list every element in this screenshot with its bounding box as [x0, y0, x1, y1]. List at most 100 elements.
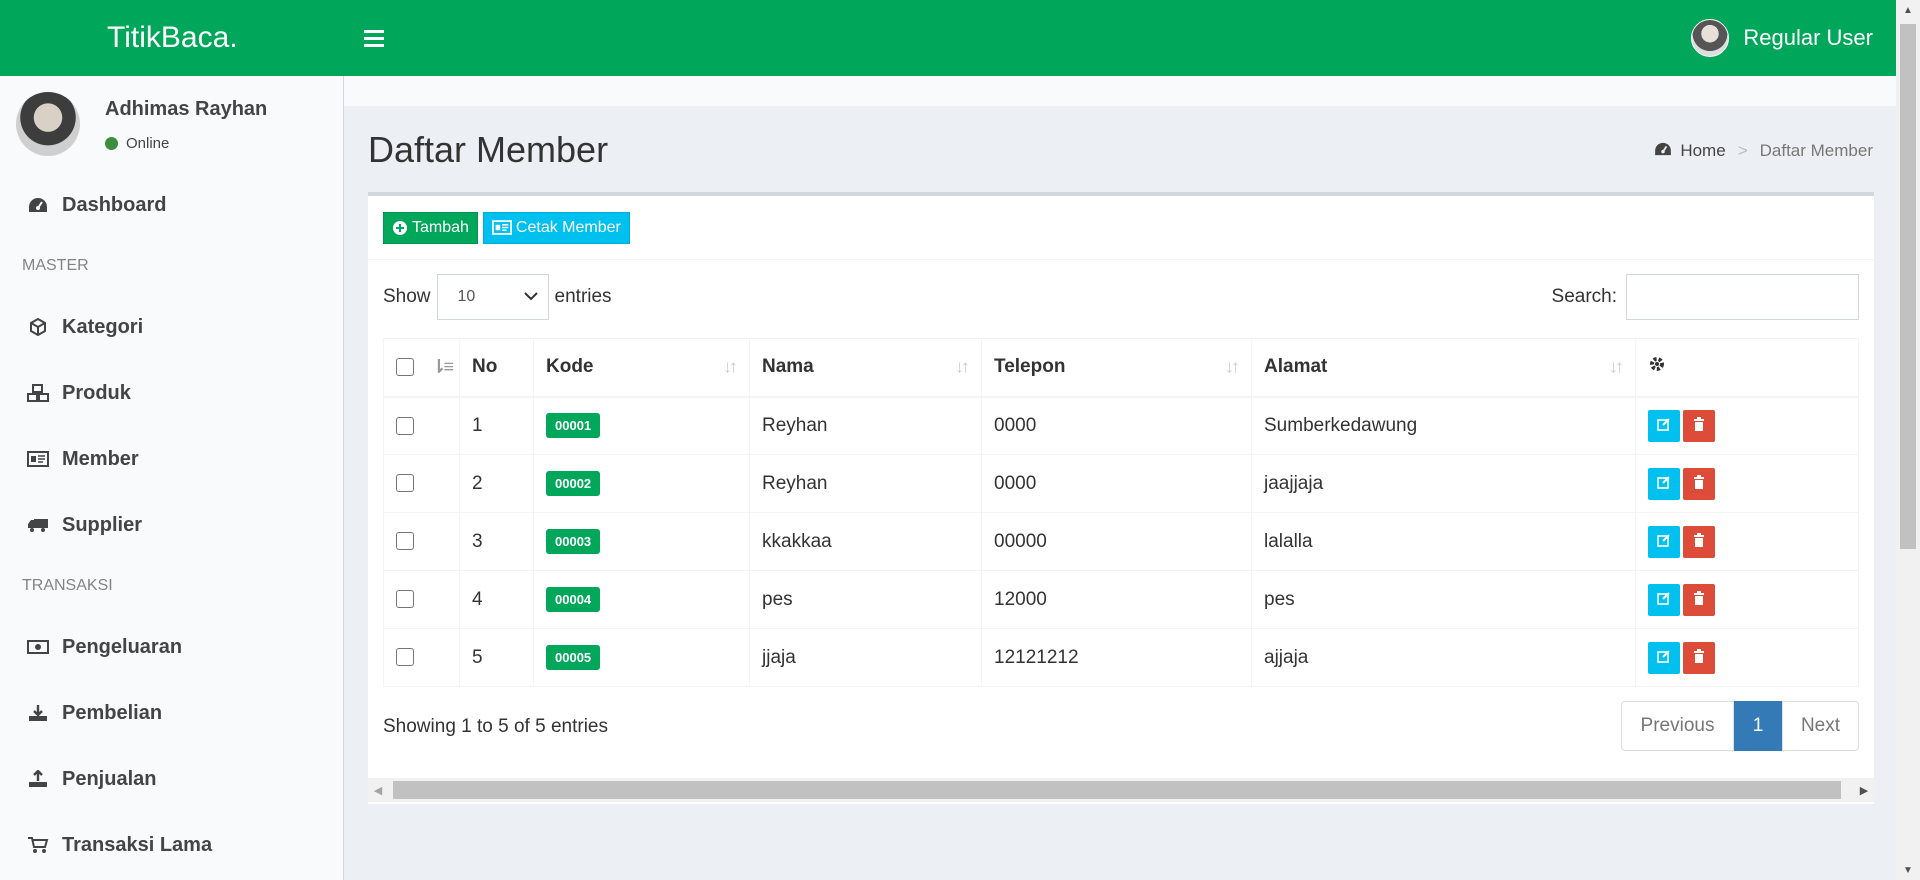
col-telepon[interactable]: Telepon ↓↑ [981, 338, 1252, 398]
user-status-label: Online [126, 135, 170, 152]
page-length-select[interactable]: 10 [436, 274, 549, 320]
row-checkbox[interactable] [396, 474, 414, 493]
horizontal-scroll-thumb[interactable] [393, 781, 1841, 799]
sidebar-item-supplier[interactable]: Supplier [0, 492, 343, 558]
row-checkbox[interactable] [396, 416, 414, 435]
cell-no: 1 [459, 396, 534, 455]
top-navbar: TitikBaca. Regular User [0, 0, 1896, 76]
search-input[interactable] [1626, 274, 1859, 320]
cell-telepon: 0000 [981, 454, 1252, 513]
page-length-control: Show 10 entries [383, 274, 612, 320]
trash-icon [1693, 589, 1705, 611]
col-kode[interactable]: Kode ↓↑ [533, 338, 750, 398]
sidebar-item-label: Produk [62, 381, 131, 404]
row-checkbox[interactable] [396, 590, 414, 609]
trash-icon [1693, 531, 1705, 553]
edit-button[interactable] [1648, 409, 1680, 442]
sidebar: Adhimas Rayhan Online Dashboard MASTER K… [0, 76, 344, 880]
cell-actions [1635, 628, 1859, 687]
cell-no: 4 [459, 570, 534, 629]
user-menu[interactable]: Regular User [1691, 19, 1896, 57]
sidebar-item-pengeluaran[interactable]: Pengeluaran [0, 614, 343, 680]
row-select-cell [383, 396, 460, 455]
content-top-strip [344, 76, 1896, 106]
brand-logo[interactable]: TitikBaca. [0, 0, 344, 76]
sidebar-item-label: Supplier [62, 513, 143, 536]
cell-no: 2 [459, 454, 534, 513]
col-alamat[interactable]: Alamat ↓↑ [1251, 338, 1636, 398]
cell-kode: 00002 [533, 454, 750, 513]
delete-button[interactable] [1683, 525, 1715, 558]
row-checkbox[interactable] [396, 532, 414, 551]
edit-button[interactable] [1648, 525, 1680, 558]
sidebar-item-dashboard[interactable]: Dashboard [0, 172, 343, 238]
menu-header-transaksi: TRANSAKSI [22, 577, 113, 594]
pagination-page-1[interactable]: 1 [1734, 701, 1782, 751]
sidebar-toggle-button[interactable] [344, 0, 404, 76]
delete-button[interactable] [1683, 409, 1715, 442]
show-label: Show [383, 286, 431, 307]
cell-kode: 00005 [533, 628, 750, 687]
sidebar-item-pembelian[interactable]: Pembelian [0, 680, 343, 746]
table-info: Showing 1 to 5 of 5 entries [383, 716, 608, 737]
col-nama-label: Nama [762, 356, 814, 378]
print-member-button[interactable]: Cetak Member [482, 211, 630, 244]
select-all-checkbox[interactable] [396, 358, 414, 377]
print-member-label: Cetak Member [515, 218, 621, 236]
breadcrumb-home-link[interactable]: Home [1680, 141, 1725, 161]
cell-nama: kkakkaa [749, 512, 982, 571]
vertical-scroll-thumb[interactable] [1900, 24, 1916, 549]
breadcrumb: Home > Daftar Member [1654, 141, 1873, 161]
entries-label: entries [554, 286, 612, 307]
sidebar-item-label: Pengeluaran [62, 635, 183, 658]
row-checkbox[interactable] [396, 648, 414, 667]
pagination-previous[interactable]: Previous [1621, 701, 1734, 751]
kode-badge: 00003 [546, 529, 601, 554]
add-member-button[interactable]: Tambah [383, 211, 478, 244]
user-panel-name: Adhimas Rayhan [105, 98, 268, 120]
sort-icon: ↓↑ [955, 356, 970, 377]
sidebar-item-produk[interactable]: Produk [0, 360, 343, 426]
col-kode-label: Kode [546, 356, 594, 378]
table-row: 3 00003 kkakkaa 00000 lalalla [383, 512, 1859, 571]
cell-actions [1635, 570, 1859, 629]
box-toolbar: Tambah Cetak Member [368, 196, 1874, 260]
kode-badge: 00005 [546, 645, 601, 670]
chevron-down-icon [523, 288, 538, 306]
cell-nama: pes [749, 570, 982, 629]
sidebar-item-transaksi-lama[interactable]: Transaksi Lama [0, 812, 343, 878]
truck-icon [26, 515, 50, 535]
scroll-left-arrow-icon[interactable]: ◀ [368, 778, 388, 802]
col-actions [1635, 338, 1859, 398]
pagination-next[interactable]: Next [1782, 701, 1859, 751]
delete-button[interactable] [1683, 641, 1715, 674]
delete-button[interactable] [1683, 583, 1715, 616]
sidebar-item-kategori[interactable]: Kategori [0, 294, 343, 360]
edit-icon [1657, 647, 1671, 669]
cell-nama: jjaja [749, 628, 982, 687]
cell-alamat: jaajjaja [1251, 454, 1636, 513]
horizontal-scrollbar[interactable]: ◀ ▶ [368, 778, 1874, 802]
vertical-scrollbar[interactable]: ▲ ▼ [1896, 0, 1920, 880]
user-menu-name: Regular User [1743, 25, 1873, 50]
content-wrapper: Daftar Member Home > Daftar Member Tamba… [344, 76, 1896, 880]
edit-button[interactable] [1648, 583, 1680, 616]
col-telepon-label: Telepon [994, 356, 1066, 378]
sidebar-item-member[interactable]: Member [0, 426, 343, 492]
sidebar-item-label: Penjualan [62, 767, 157, 790]
col-nama[interactable]: Nama ↓↑ [749, 338, 982, 398]
delete-button[interactable] [1683, 467, 1715, 500]
edit-button[interactable] [1648, 641, 1680, 674]
scroll-up-arrow-icon[interactable]: ▲ [1896, 0, 1920, 20]
cell-alamat: Sumberkedawung [1251, 396, 1636, 455]
edit-button[interactable] [1648, 467, 1680, 500]
table-header-row: ⇂≡ No Kode ↓↑ Nama ↓↑ Telepon ↓↑ Alamat … [383, 338, 1859, 398]
scroll-down-arrow-icon[interactable]: ▼ [1896, 860, 1920, 880]
scroll-right-arrow-icon[interactable]: ▶ [1854, 778, 1874, 802]
cell-nama: Reyhan [749, 396, 982, 455]
sort-icon[interactable]: ⇂≡ [431, 357, 454, 378]
kode-badge: 00001 [546, 413, 601, 439]
search-control: Search: [1552, 274, 1859, 320]
cell-actions [1635, 454, 1859, 513]
sidebar-item-penjualan[interactable]: Penjualan [0, 746, 343, 812]
